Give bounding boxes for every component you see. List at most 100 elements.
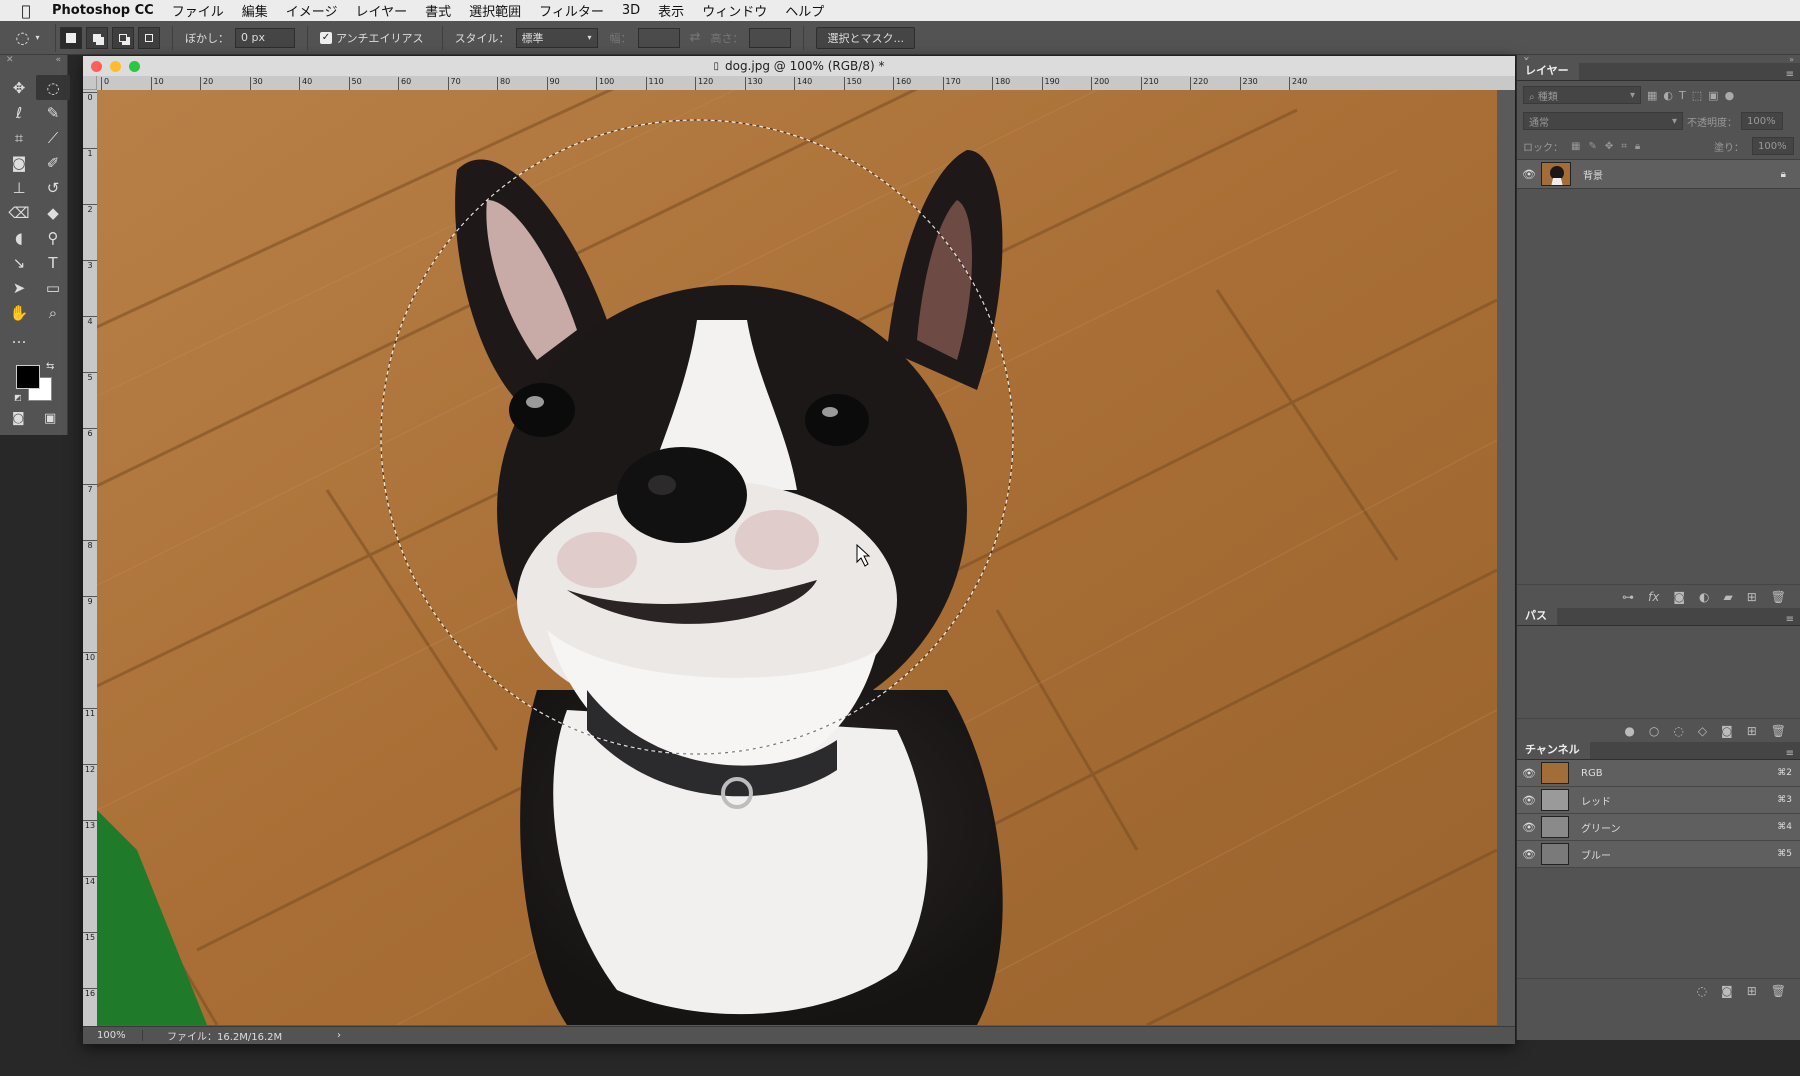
new-group-icon[interactable]: ▰	[1723, 590, 1732, 604]
filter-toggle-icon[interactable]: ●	[1725, 89, 1735, 102]
menu-3d[interactable]: 3D	[622, 3, 640, 18]
paint-bucket-tool-icon[interactable]: ◆	[36, 200, 70, 225]
width-input[interactable]	[637, 27, 680, 48]
collapse-icon[interactable]: »	[1789, 55, 1794, 64]
style-select[interactable]: 標準 ▾	[515, 27, 598, 48]
tab-paths[interactable]: パス	[1517, 605, 1557, 625]
trash-icon[interactable]: 🗑︎	[1771, 590, 1786, 604]
swap-colors-icon[interactable]: ⇆	[46, 361, 54, 372]
rectangle-tool-icon[interactable]: ▭	[36, 275, 70, 300]
move-tool-icon[interactable]: ✥	[2, 75, 36, 100]
lasso-tool-icon[interactable]: ℓ	[2, 100, 36, 125]
menu-select[interactable]: 選択範囲	[469, 1, 521, 20]
tab-channels[interactable]: チャンネル	[1517, 739, 1590, 759]
eraser-tool-icon[interactable]: ⌫	[2, 200, 36, 225]
filter-pixel-icon[interactable]: ▦	[1647, 89, 1657, 102]
select-and-mask-button[interactable]: 選択とマスク...	[816, 26, 915, 49]
new-path-icon[interactable]: ⊞	[1747, 724, 1757, 738]
filter-shape-icon[interactable]: ⬚	[1692, 89, 1702, 102]
new-layer-icon[interactable]: ⊞	[1747, 590, 1757, 604]
new-selection-button[interactable]	[60, 26, 82, 49]
default-colors-icon[interactable]: ◩	[14, 393, 22, 402]
layer-row-background[interactable]: 👁︎ 背景 🔒︎	[1517, 159, 1800, 189]
channel-row-rgb[interactable]: 👁︎ RGB ⌘2	[1517, 760, 1800, 787]
hand-tool-icon[interactable]: ✋	[2, 300, 36, 325]
add-mask-icon[interactable]: ◙	[1721, 724, 1733, 738]
document-image[interactable]	[97, 90, 1497, 1025]
filter-adjustment-icon[interactable]: ◐	[1663, 89, 1673, 102]
new-channel-icon[interactable]: ⊞	[1747, 984, 1757, 998]
make-work-path-icon[interactable]: ◇	[1698, 724, 1707, 738]
menu-window[interactable]: ウィンドウ	[702, 1, 767, 20]
visibility-eye-icon[interactable]: 👁︎	[1517, 767, 1541, 780]
zoom-window-button[interactable]	[129, 61, 140, 72]
menu-filter[interactable]: フィルター	[539, 1, 604, 20]
elliptical-marquee-tool-icon[interactable]: ◌	[36, 75, 70, 100]
trash-icon[interactable]: 🗑︎	[1771, 724, 1786, 738]
adjustment-layer-icon[interactable]: ◐	[1699, 590, 1709, 604]
load-path-selection-icon[interactable]: ◌	[1673, 724, 1683, 738]
height-input[interactable]	[749, 27, 792, 48]
panel-menu-icon[interactable]: ≡	[1786, 69, 1794, 80]
screen-mode-button[interactable]: ▣	[44, 411, 56, 426]
visibility-eye-icon[interactable]: 👁︎	[1517, 848, 1541, 861]
layer-kind-filter[interactable]: ⌕ 種類 ▾	[1523, 86, 1641, 104]
history-brush-tool-icon[interactable]: ↺	[36, 175, 70, 200]
stroke-path-icon[interactable]: ○	[1649, 724, 1659, 738]
menu-help[interactable]: ヘルプ	[785, 1, 824, 20]
lock-all-icon[interactable]: 🔒︎	[1635, 141, 1640, 152]
visibility-eye-icon[interactable]: 👁︎	[1517, 168, 1541, 181]
menu-image[interactable]: イメージ	[286, 1, 338, 20]
visibility-eye-icon[interactable]: 👁︎	[1517, 794, 1541, 807]
quick-selection-tool-icon[interactable]: ✎	[36, 100, 70, 125]
app-menu[interactable]: Photoshop CC	[52, 3, 154, 18]
blend-mode-select[interactable]: 通常 ▾	[1523, 112, 1683, 130]
pen-tool-icon[interactable]: ↘	[2, 250, 36, 275]
channel-row-green[interactable]: 👁︎ グリーン ⌘4	[1517, 814, 1800, 841]
menu-layer[interactable]: レイヤー	[355, 1, 407, 20]
opacity-input[interactable]: 100%	[1741, 112, 1783, 130]
tab-layers[interactable]: レイヤー	[1517, 60, 1579, 80]
menu-edit[interactable]: 編集	[242, 1, 268, 20]
antialias-checkbox[interactable]: ✓	[320, 31, 332, 44]
zoom-tool-icon[interactable]: ⌕	[36, 300, 70, 325]
collapse-icon[interactable]: «	[55, 55, 61, 69]
type-tool-icon[interactable]: T	[36, 250, 70, 275]
subtract-from-selection-button[interactable]	[112, 26, 134, 49]
feather-input[interactable]: 0 px	[235, 27, 295, 48]
tool-preset-picker[interactable]: ◌ ▾	[0, 23, 56, 52]
blur-tool-icon[interactable]: ◖	[2, 225, 36, 250]
panel-menu-icon[interactable]: ≡	[1786, 614, 1794, 625]
intersect-selection-button[interactable]	[138, 26, 160, 49]
fill-input[interactable]: 100%	[1752, 137, 1794, 155]
load-channel-selection-icon[interactable]: ◌	[1697, 984, 1707, 998]
filter-type-icon[interactable]: T	[1679, 89, 1686, 102]
lock-transparent-icon[interactable]: ▦	[1571, 141, 1580, 152]
canvas-area[interactable]	[97, 90, 1515, 1026]
clone-stamp-tool-icon[interactable]: ⊥	[2, 175, 36, 200]
link-layers-icon[interactable]: ⊶	[1622, 590, 1634, 604]
ruler-origin[interactable]	[83, 76, 97, 90]
dodge-tool-icon[interactable]: ⚲	[36, 225, 70, 250]
trash-icon[interactable]: 🗑︎	[1771, 984, 1786, 998]
document-title-bar[interactable]: ▯ dog.jpg @ 100% (RGB/8) *	[83, 56, 1515, 76]
close-window-button[interactable]	[91, 61, 102, 72]
status-menu-arrow-icon[interactable]: ›	[337, 1030, 341, 1041]
lock-artboard-icon[interactable]: ⌗	[1621, 141, 1627, 152]
crop-tool-icon[interactable]: ⌗	[2, 125, 36, 150]
quick-mask-button[interactable]: ◙	[12, 411, 25, 426]
swap-dimensions-icon[interactable]: ⇄	[690, 30, 701, 45]
menu-type[interactable]: 書式	[425, 1, 451, 20]
spot-healing-tool-icon[interactable]: ◙	[2, 150, 36, 175]
path-selection-tool-icon[interactable]: ➤	[2, 275, 36, 300]
apple-menu-icon[interactable]: 	[0, 2, 52, 20]
minimize-window-button[interactable]	[110, 61, 121, 72]
channel-row-blue[interactable]: 👁︎ ブルー ⌘5	[1517, 841, 1800, 868]
more-tools-icon[interactable]: …	[2, 325, 36, 350]
channel-row-red[interactable]: 👁︎ レッド ⌘3	[1517, 787, 1800, 814]
zoom-level[interactable]: 100%	[83, 1030, 143, 1041]
vertical-ruler[interactable]: 0 1 2 3 4 5 6 7 8 9 10 11 12 13 14 15 16	[83, 90, 97, 1026]
add-mask-icon[interactable]: ◙	[1673, 590, 1685, 604]
filter-smart-object-icon[interactable]: ▣	[1708, 89, 1718, 102]
eyedropper-tool-icon[interactable]: ⟋	[36, 125, 70, 150]
